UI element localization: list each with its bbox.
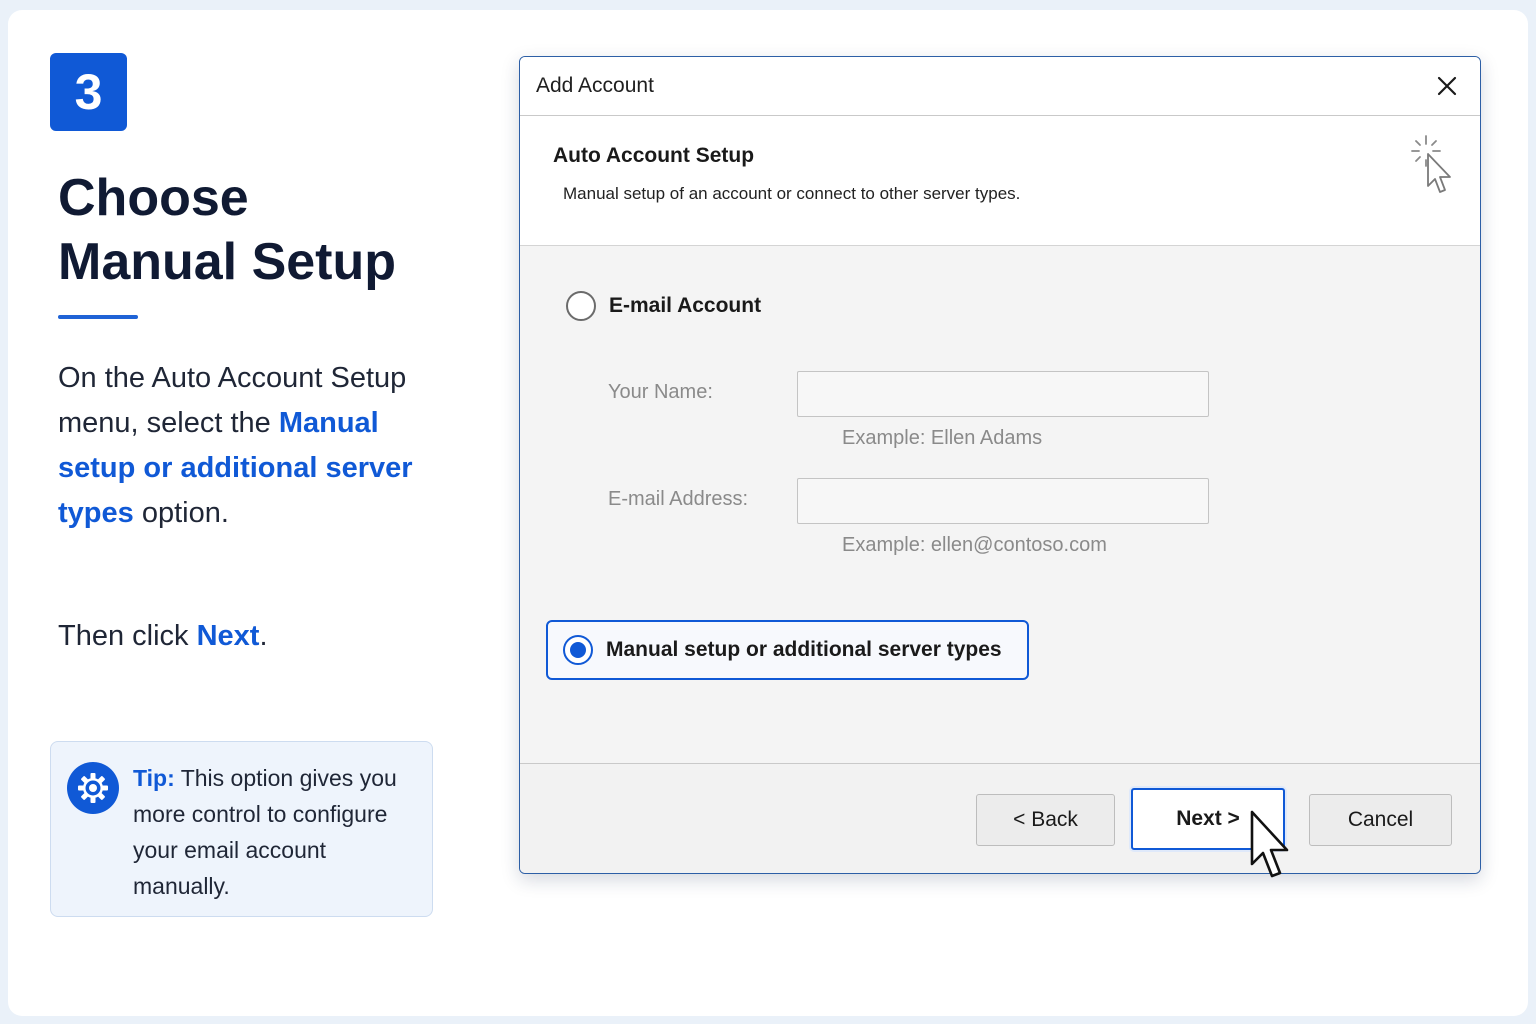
page-title-line-2: Manual Setup [58,233,397,291]
dialog-header: Auto Account Setup Manual setup of an ac… [520,116,1480,246]
section-subtitle: Manual setup of an account or connect to… [563,184,1021,203]
wizard-cursor-icon [1411,135,1451,193]
add-account-dialog: Add Account Auto Account Setup Manual se… [519,56,1481,874]
page-title: Choose Manual Setup [58,166,478,294]
then-button-name: Next [196,620,260,652]
page-title-line-1: Choose [58,169,249,227]
dialog-title: Add Account [536,74,654,97]
your-name-example: Example: Ellen Adams [842,427,1043,449]
cancel-button[interactable]: Cancel [1309,794,1452,846]
your-name-label: Your Name: [608,381,713,403]
email-account-option[interactable]: E-mail Account [566,291,761,321]
dialog-footer: < Back Next > Cancel [520,763,1480,873]
dialog-titlebar: Add Account [520,57,1480,116]
title-underline [58,315,138,319]
your-name-input[interactable] [797,371,1209,417]
then-prefix: Then click [58,620,197,652]
close-icon [1437,76,1457,96]
manual-setup-radio[interactable] [563,635,593,665]
email-address-example: Example: ellen@contoso.com [842,534,1107,556]
instruction-part-2: option. [133,497,229,529]
email-account-radio[interactable] [566,291,596,321]
gear-icon [67,762,119,814]
email-account-label: E-mail Account [609,294,762,317]
back-button[interactable]: < Back [976,794,1115,846]
mouse-pointer-icon [1250,810,1289,878]
manual-setup-option[interactable]: Manual setup or additional server types [546,620,1029,680]
instruction-text: On the Auto Account Setup menu, select t… [58,356,458,536]
email-address-input[interactable] [797,478,1209,524]
email-address-label: E-mail Address: [608,488,749,510]
step-number: 3 [74,64,103,120]
manual-setup-label: Manual setup or additional server types [606,638,1002,661]
close-button[interactable] [1432,71,1462,101]
step-number-badge: 3 [50,53,127,131]
tip-label: Tip: [133,765,175,791]
then-suffix: . [259,620,268,652]
tip-box: Tip: This option gives you more control … [50,741,433,917]
then-instruction: Then click Next. [58,614,458,659]
tip-text: Tip: This option gives you more control … [133,760,423,904]
section-title: Auto Account Setup [553,144,755,167]
